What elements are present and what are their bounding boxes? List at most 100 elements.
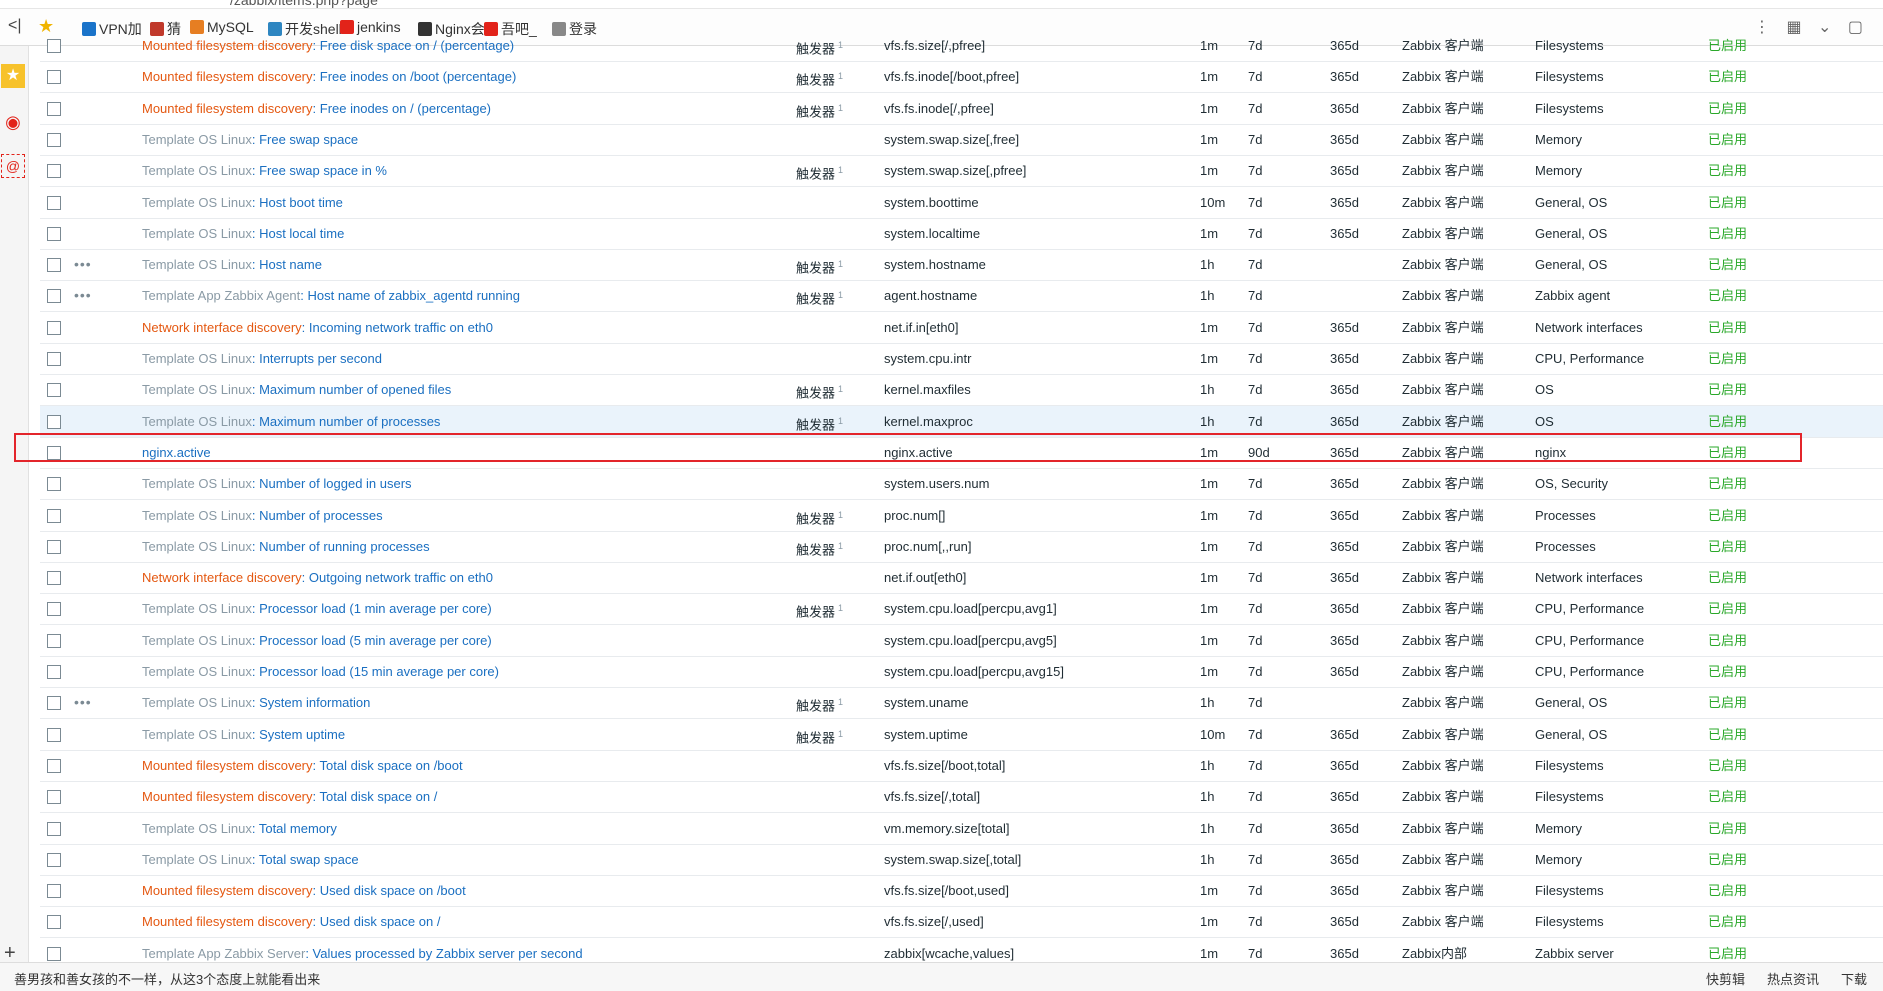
discovery-rule-link[interactable]: Mounted filesystem discovery — [142, 758, 313, 773]
template-link[interactable]: Template OS Linux — [142, 601, 252, 616]
template-link[interactable]: Template App Zabbix Agent — [142, 288, 300, 303]
row-checkbox[interactable] — [47, 70, 61, 85]
item-name-link[interactable]: Number of processes — [259, 508, 383, 523]
triggers-link[interactable]: 触发器 1 — [796, 30, 843, 64]
dependency-dots-icon[interactable]: ••• — [74, 280, 92, 311]
item-name-link[interactable]: Incoming network traffic on eth0 — [309, 320, 493, 335]
row-checkbox[interactable] — [47, 633, 61, 648]
discovery-rule-link[interactable]: Mounted filesystem discovery — [142, 789, 313, 804]
triggers-link[interactable]: 触发器 1 — [796, 500, 843, 534]
status-toggle[interactable]: 已启用 — [1708, 593, 1747, 624]
template-link[interactable]: Template OS Linux — [142, 539, 252, 554]
statusbar-tool[interactable]: 快剪辑 — [1706, 969, 1745, 988]
item-name-link[interactable]: Host local time — [259, 226, 344, 241]
address-bar[interactable]: /zabbix/items.php?page — [0, 0, 1883, 9]
row-checkbox[interactable] — [47, 665, 61, 679]
triggers-link[interactable]: 触发器 1 — [796, 61, 843, 95]
discovery-rule-link[interactable]: Mounted filesystem discovery — [142, 914, 313, 929]
row-checkbox[interactable] — [47, 602, 61, 617]
row-checkbox[interactable] — [47, 539, 61, 554]
item-name-link[interactable]: Total memory — [259, 821, 337, 836]
template-link[interactable]: Template OS Linux — [142, 664, 252, 679]
status-toggle[interactable]: 已启用 — [1708, 562, 1747, 593]
triggers-link[interactable]: 触发器 1 — [796, 249, 843, 283]
status-toggle[interactable]: 已启用 — [1708, 468, 1747, 499]
item-name-link[interactable]: Maximum number of processes — [259, 414, 440, 429]
status-toggle[interactable]: 已启用 — [1708, 249, 1747, 280]
status-toggle[interactable]: 已启用 — [1708, 781, 1747, 812]
template-link[interactable]: Template OS Linux — [142, 508, 252, 523]
triggers-link[interactable]: 触发器 1 — [796, 687, 843, 721]
row-checkbox[interactable] — [47, 790, 61, 805]
item-name-link[interactable]: Maximum number of opened files — [259, 382, 451, 397]
row-checkbox[interactable] — [47, 758, 61, 773]
status-toggle[interactable]: 已启用 — [1708, 155, 1747, 186]
triggers-link[interactable]: 触发器 1 — [796, 593, 843, 627]
template-link[interactable]: Template App Zabbix Server — [142, 946, 305, 961]
item-name-link[interactable]: Interrupts per second — [259, 351, 382, 366]
status-toggle[interactable]: 已启用 — [1708, 406, 1747, 437]
discovery-rule-link[interactable]: Mounted filesystem discovery — [142, 883, 313, 898]
template-link[interactable]: Template OS Linux — [142, 163, 252, 178]
row-checkbox[interactable] — [47, 571, 61, 586]
item-name-link[interactable]: Total swap space — [259, 852, 359, 867]
dependency-dots-icon[interactable]: ••• — [74, 687, 92, 718]
row-checkbox[interactable] — [47, 132, 61, 147]
row-checkbox[interactable] — [47, 884, 61, 899]
template-link[interactable]: Template OS Linux — [142, 257, 252, 272]
row-checkbox[interactable] — [47, 946, 61, 961]
row-checkbox[interactable] — [47, 289, 61, 304]
status-toggle[interactable]: 已启用 — [1708, 719, 1747, 750]
item-name-link[interactable]: Processor load (15 min average per core) — [259, 664, 499, 679]
item-name-link[interactable]: Host boot time — [259, 195, 343, 210]
template-link[interactable]: Template OS Linux — [142, 132, 252, 147]
item-name-link[interactable]: Free swap space in % — [259, 163, 387, 178]
item-name-link[interactable]: System uptime — [259, 727, 345, 742]
item-name-link[interactable]: Host name — [259, 257, 322, 272]
status-toggle[interactable]: 已启用 — [1708, 656, 1747, 687]
status-toggle[interactable]: 已启用 — [1708, 374, 1747, 405]
row-checkbox[interactable] — [47, 727, 61, 742]
triggers-link[interactable]: 触发器 1 — [796, 374, 843, 408]
discovery-rule-link[interactable]: Network interface discovery — [142, 320, 302, 335]
triggers-link[interactable]: 触发器 1 — [796, 280, 843, 314]
template-link[interactable]: Template OS Linux — [142, 195, 252, 210]
status-toggle[interactable]: 已启用 — [1708, 124, 1747, 155]
status-toggle[interactable]: 已启用 — [1708, 844, 1747, 875]
status-toggle[interactable]: 已启用 — [1708, 343, 1747, 374]
discovery-rule-link[interactable]: Mounted filesystem discovery — [142, 101, 313, 116]
status-toggle[interactable]: 已启用 — [1708, 93, 1747, 124]
template-link[interactable]: Template OS Linux — [142, 821, 252, 836]
discovery-rule-link[interactable]: Network interface discovery — [142, 570, 302, 585]
item-name-link[interactable]: Used disk space on /boot — [320, 883, 466, 898]
row-checkbox[interactable] — [47, 696, 61, 711]
weibo-icon[interactable]: ◉ — [1, 110, 25, 134]
item-name-link[interactable]: Host name of zabbix_agentd running — [308, 288, 520, 303]
status-toggle[interactable]: 已启用 — [1708, 625, 1747, 656]
template-link[interactable]: Template OS Linux — [142, 414, 252, 429]
item-name-link[interactable]: Processor load (1 min average per core) — [259, 601, 492, 616]
row-checkbox[interactable] — [47, 477, 61, 492]
status-toggle[interactable]: 已启用 — [1708, 218, 1747, 249]
template-link[interactable]: Template OS Linux — [142, 727, 252, 742]
news-ticker[interactable]: 善男孩和善女孩的不一样，从这3个态度上就能看出来 — [14, 969, 320, 988]
status-toggle[interactable]: 已启用 — [1708, 687, 1747, 718]
triggers-link[interactable]: 触发器 1 — [796, 719, 843, 753]
row-checkbox[interactable] — [47, 39, 61, 53]
status-toggle[interactable]: 已启用 — [1708, 531, 1747, 562]
triggers-link[interactable]: 触发器 1 — [796, 531, 843, 565]
favorites-icon[interactable]: ★ — [1, 64, 25, 88]
statusbar-tool[interactable]: 下载 — [1841, 969, 1867, 988]
template-link[interactable]: Template OS Linux — [142, 695, 252, 710]
item-name-link[interactable]: Free disk space on / (percentage) — [320, 38, 514, 53]
status-toggle[interactable]: 已启用 — [1708, 906, 1747, 937]
row-checkbox[interactable] — [47, 915, 61, 930]
mail-icon[interactable]: @ — [1, 154, 25, 178]
triggers-link[interactable]: 触发器 1 — [796, 93, 843, 127]
row-checkbox[interactable] — [47, 226, 61, 241]
row-checkbox[interactable] — [47, 821, 61, 836]
row-checkbox[interactable] — [47, 164, 61, 179]
item-name-link[interactable]: Total disk space on / — [320, 789, 438, 804]
statusbar-tool[interactable]: 热点资讯 — [1767, 969, 1819, 988]
template-link[interactable]: Template OS Linux — [142, 382, 252, 397]
